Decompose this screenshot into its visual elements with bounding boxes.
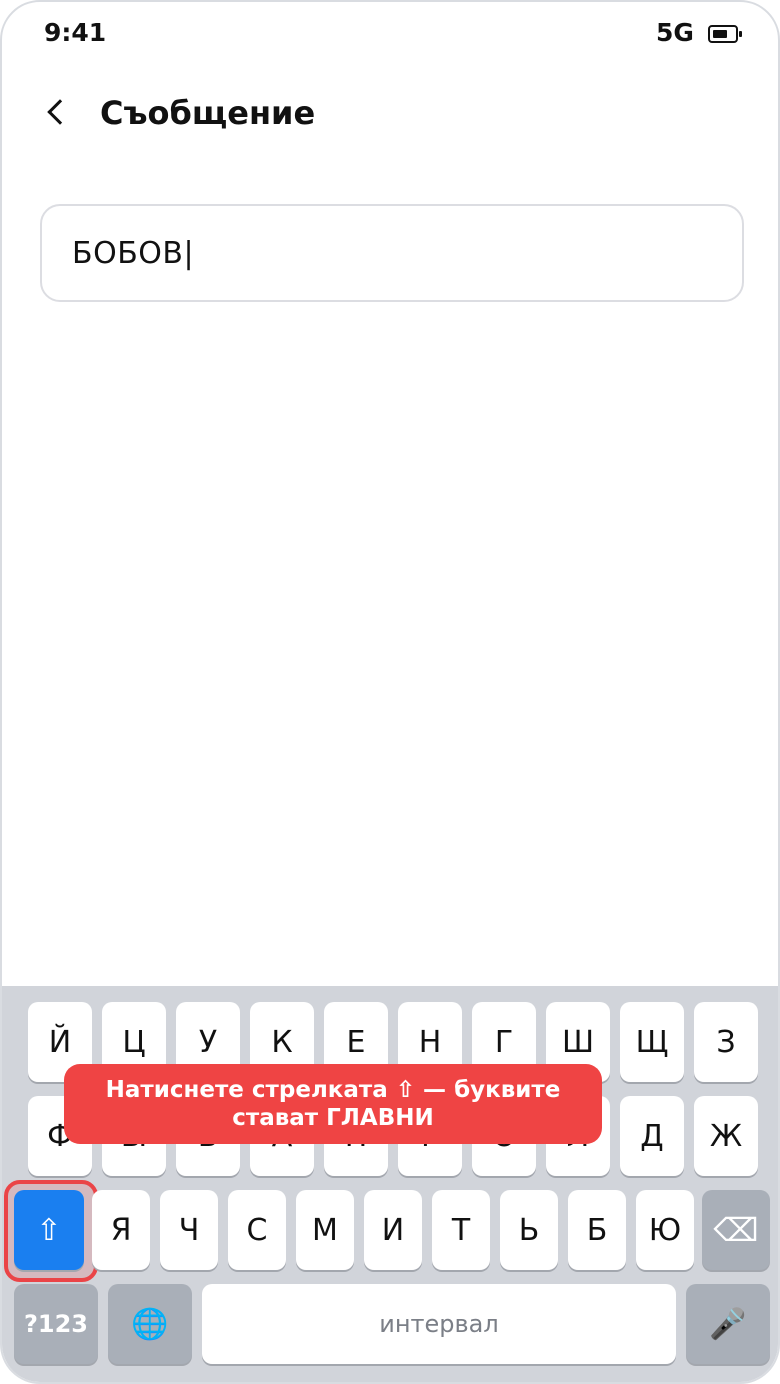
key-label: Ш xyxy=(561,1024,595,1060)
back-button[interactable] xyxy=(34,90,78,134)
key-row2-9[interactable]: Ж xyxy=(694,1096,758,1176)
text-cursor: | xyxy=(183,235,194,271)
status-time: 9:41 xyxy=(44,18,107,47)
key-label: Ц xyxy=(122,1024,146,1060)
status-bar: 9:41 5G xyxy=(2,2,778,64)
key-label: Е xyxy=(346,1024,366,1060)
key-label: Я xyxy=(110,1212,132,1248)
key-row3-1[interactable]: Ч xyxy=(160,1190,218,1270)
key-row1-9[interactable]: З xyxy=(694,1002,758,1082)
key-row1-8[interactable]: Щ xyxy=(620,1002,684,1082)
key-label: К xyxy=(271,1024,293,1060)
message-input[interactable]: БОБОВ | xyxy=(40,204,744,302)
key-label: З xyxy=(716,1024,736,1060)
key-row3-3[interactable]: М xyxy=(296,1190,354,1270)
space-key-label: интервал xyxy=(379,1310,499,1338)
key-label: Б xyxy=(586,1212,608,1248)
key-label: Й xyxy=(48,1024,72,1060)
key-row2-8[interactable]: Д xyxy=(620,1096,684,1176)
key-label: Ч xyxy=(178,1212,200,1248)
key-label: Н xyxy=(418,1024,442,1060)
shift-key[interactable]: ⇧ xyxy=(14,1190,84,1270)
key-label: Д xyxy=(640,1118,664,1154)
key-row3-8[interactable]: Ю xyxy=(636,1190,694,1270)
numbers-key-label: ?123 xyxy=(23,1310,89,1338)
key-label: Г xyxy=(494,1024,514,1060)
key-row3-6[interactable]: Ь xyxy=(500,1190,558,1270)
key-label: Т xyxy=(451,1212,471,1248)
key-row3-4[interactable]: И xyxy=(364,1190,422,1270)
space-key[interactable]: интервал xyxy=(202,1284,676,1364)
shift-arrow-icon: ⇧ xyxy=(36,1212,62,1248)
globe-key[interactable]: 🌐 xyxy=(108,1284,192,1364)
globe-icon: 🌐 xyxy=(131,1306,169,1342)
microphone-icon: 🎤 xyxy=(709,1306,747,1342)
numbers-key[interactable]: ?123 xyxy=(14,1284,98,1364)
message-text: БОБОВ xyxy=(72,235,184,271)
key-row3-7[interactable]: Б xyxy=(568,1190,626,1270)
mic-key[interactable]: 🎤 xyxy=(686,1284,770,1364)
network-indicator: 5G xyxy=(656,18,694,47)
key-label: И xyxy=(381,1212,405,1248)
key-label: С xyxy=(246,1212,268,1248)
key-label: М xyxy=(312,1212,338,1248)
tooltip-line-2: стават ГЛАВНИ xyxy=(232,1105,434,1131)
page-title: Съобщение xyxy=(100,94,316,132)
shift-hint-tooltip: Натиснете стрелката ⇧ — буквите стават Г… xyxy=(64,1064,602,1144)
key-label: Щ xyxy=(635,1024,669,1060)
backspace-icon: ⌫ xyxy=(713,1211,759,1249)
backspace-key[interactable]: ⌫ xyxy=(702,1190,770,1270)
chevron-left-icon xyxy=(47,99,73,125)
battery-icon xyxy=(708,25,742,43)
key-label: Ь xyxy=(518,1212,540,1248)
key-label: У xyxy=(198,1024,218,1060)
key-label: Ж xyxy=(709,1118,743,1154)
key-label: Ю xyxy=(648,1212,682,1248)
key-row3-5[interactable]: Т xyxy=(432,1190,490,1270)
tooltip-line-1: Натиснете стрелката ⇧ — буквите xyxy=(105,1077,561,1103)
key-row3-2[interactable]: С xyxy=(228,1190,286,1270)
key-row3-0[interactable]: Я xyxy=(92,1190,150,1270)
phone-screen: 9:41 5G Съобщение БОБОВ | ⇧ ⌫ ?123 🌐 инте… xyxy=(0,0,780,1384)
